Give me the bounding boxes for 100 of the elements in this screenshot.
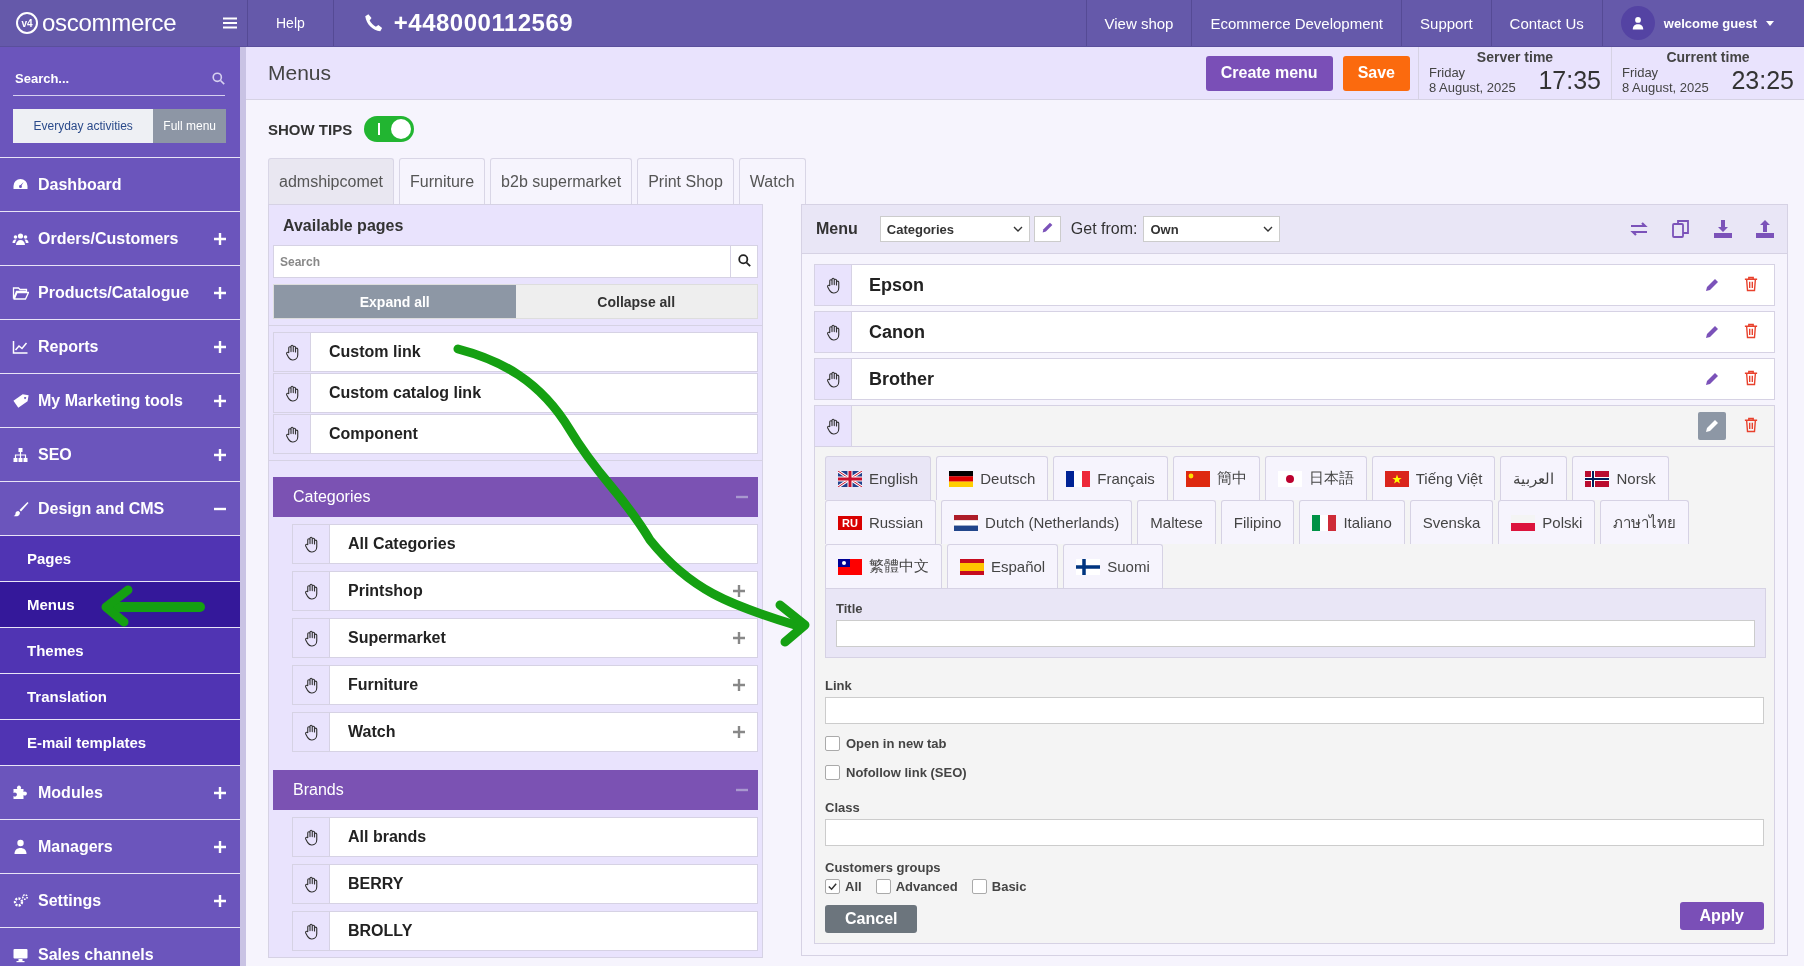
menu-item-label: Brother: [869, 368, 934, 389]
language-tab[interactable]: ภาษาไทย: [1600, 500, 1690, 544]
menu-item[interactable]: Epson: [814, 264, 1775, 306]
language-tab[interactable]: Polski: [1498, 500, 1596, 544]
page-item[interactable]: Custom catalog link: [273, 373, 758, 413]
class-field[interactable]: [825, 819, 1764, 846]
menu-icon[interactable]: [223, 17, 237, 29]
page-item[interactable]: Furniture: [292, 665, 758, 705]
toggle-switch[interactable]: [364, 116, 415, 142]
language-tab[interactable]: 簡中: [1172, 456, 1260, 500]
store-tab[interactable]: admshipcomet: [268, 158, 395, 204]
language-tab[interactable]: English: [825, 456, 932, 500]
language-tab[interactable]: Svenska: [1409, 500, 1494, 544]
checkbox[interactable]: [825, 736, 840, 751]
checkbox[interactable]: [875, 879, 891, 894]
language-tab[interactable]: Français: [1053, 456, 1168, 500]
language-tab[interactable]: العربية: [1500, 456, 1568, 500]
sidebar-subitem[interactable]: Pages: [0, 535, 240, 581]
hand-icon: [284, 425, 300, 443]
checkbox[interactable]: [825, 765, 840, 780]
section-header[interactable]: Brands: [273, 770, 758, 810]
sitemap-icon: [12, 446, 29, 463]
menu-item[interactable]: Brother: [814, 358, 1775, 400]
trash-icon: [1744, 322, 1758, 339]
page-item[interactable]: Custom link: [273, 332, 758, 372]
section-header[interactable]: Categories: [273, 477, 758, 517]
menu-item-label: Canon: [869, 321, 925, 342]
sidebar-subitem[interactable]: Translation: [0, 673, 240, 719]
edit-button[interactable]: [1033, 216, 1061, 242]
store-tab[interactable]: b2b supermarket: [490, 158, 633, 204]
language-tab[interactable]: Deutsch: [936, 456, 1049, 500]
hand-icon: [303, 629, 319, 647]
nav-link[interactable]: Support: [1401, 0, 1491, 46]
nav-link[interactable]: Ecommerce Development: [1191, 0, 1402, 46]
expand-icon[interactable]: [733, 632, 745, 644]
user-name[interactable]: welcome guest: [1663, 15, 1757, 31]
expand-icon[interactable]: [733, 726, 745, 738]
page-item[interactable]: Component: [273, 414, 758, 454]
store-tab[interactable]: Print Shop: [637, 158, 734, 204]
store-tab[interactable]: Furniture: [399, 158, 486, 204]
create-button[interactable]: Create menu: [1205, 55, 1333, 91]
upload-icon[interactable]: [1755, 219, 1775, 239]
link-field[interactable]: [825, 697, 1764, 724]
expand-icon[interactable]: [733, 679, 745, 691]
edit-button[interactable]: [1698, 412, 1726, 440]
search-field[interactable]: Search: [273, 245, 731, 278]
sidebar-subitem[interactable]: E-mail templates: [0, 719, 240, 765]
logo-badge[interactable]: v4: [16, 12, 38, 34]
cancel-button[interactable]: Cancel: [825, 905, 918, 933]
hand-icon: [303, 828, 319, 846]
menu-item[interactable]: Canon: [814, 311, 1775, 353]
menu-label: Menu: [816, 220, 858, 238]
page-item[interactable]: Watch: [292, 712, 758, 752]
search-button[interactable]: [731, 245, 758, 278]
language-tab[interactable]: Filipino: [1220, 500, 1295, 544]
nav-link[interactable]: Contact Us: [1490, 0, 1602, 46]
collapse-all-button[interactable]: Collapse all: [515, 285, 757, 318]
uk-flag-icon: [838, 470, 862, 487]
apply-button[interactable]: Apply: [1679, 902, 1764, 930]
logo[interactable]: oscommerce: [42, 9, 177, 37]
language-tab[interactable]: 日本語: [1264, 456, 1367, 500]
sidebar-subitem[interactable]: Themes: [0, 627, 240, 673]
search-icon[interactable]: [212, 71, 225, 85]
page-item[interactable]: Supermarket: [292, 618, 758, 658]
german-flag-icon: [949, 470, 974, 487]
language-tab[interactable]: Dutch (Netherlands): [941, 500, 1133, 544]
page-item[interactable]: Printshop: [292, 571, 758, 611]
mode-tab[interactable]: Everyday activities: [13, 109, 154, 143]
page-item[interactable]: All Categories: [292, 524, 758, 564]
language-tab[interactable]: Norsk: [1572, 456, 1669, 500]
language-tab[interactable]: Español: [947, 544, 1059, 588]
page-item[interactable]: BERRY: [292, 864, 758, 904]
menu-item[interactable]: [814, 405, 1775, 447]
checkbox[interactable]: [825, 879, 840, 894]
store-tab[interactable]: Watch: [738, 158, 806, 204]
nav-link[interactable]: View shop: [1085, 0, 1192, 46]
language-tab[interactable]: 繁體中文: [825, 544, 942, 588]
field-label: Class: [825, 800, 861, 815]
sidebar-item[interactable]: Sales channels: [0, 927, 240, 966]
field-label: Customers groups: [825, 860, 942, 875]
title-field[interactable]: [836, 620, 1755, 647]
copy-icon[interactable]: [1671, 219, 1691, 239]
language-tab[interactable]: RU Russian: [825, 500, 937, 544]
language-tab[interactable]: Tiếng Việt: [1371, 456, 1496, 500]
search-field[interactable]: Search...: [13, 69, 212, 87]
language-tab[interactable]: Maltese: [1137, 500, 1216, 544]
page-item[interactable]: All brands: [292, 817, 758, 857]
clock-time: 23:25: [1731, 66, 1794, 95]
checkbox[interactable]: [971, 879, 987, 894]
caret-icon[interactable]: [1766, 20, 1774, 26]
hand-icon: [825, 370, 841, 388]
expand-icon[interactable]: [733, 585, 745, 597]
language-tab[interactable]: Italiano: [1299, 500, 1405, 544]
help-link[interactable]: Help: [248, 0, 334, 46]
field-label: Title: [836, 601, 864, 616]
download-icon[interactable]: [1713, 219, 1733, 239]
source-select[interactable]: Own: [1143, 216, 1281, 242]
menu-select[interactable]: Categories: [879, 216, 1030, 242]
page-item[interactable]: BROLLY: [292, 911, 758, 951]
language-tab[interactable]: Suomi: [1063, 544, 1163, 588]
